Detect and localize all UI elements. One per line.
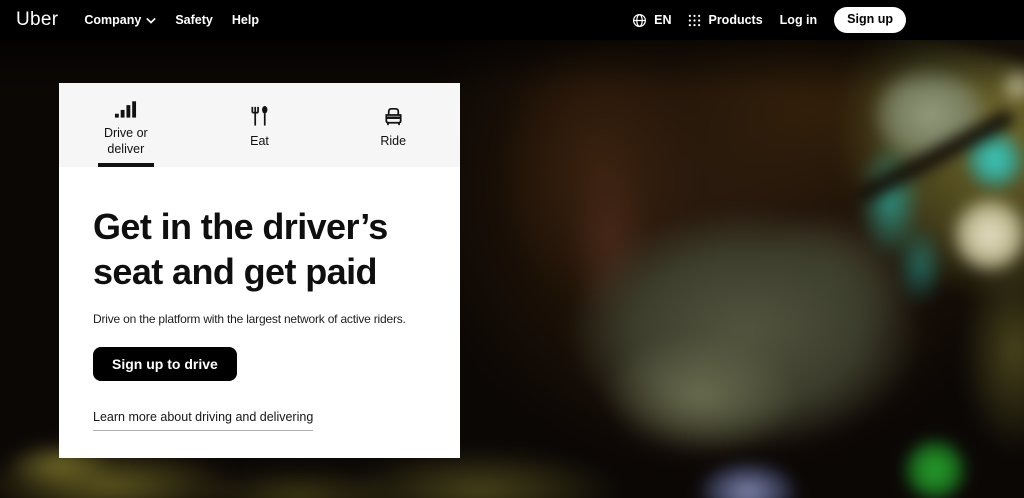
- glasses-frame-shape: [781, 40, 1024, 69]
- bar-chart-icon: [114, 97, 137, 119]
- hero-card: Drive or deliver Eat: [59, 83, 460, 458]
- car-icon: [382, 105, 405, 127]
- tab-ride[interactable]: Ride: [326, 83, 460, 167]
- hero-section: Drive or deliver Eat: [0, 40, 1024, 498]
- products-label: Products: [708, 13, 762, 27]
- grid-icon: [688, 14, 701, 27]
- subheadline: Drive on the platform with the largest n…: [93, 312, 426, 326]
- tab-drive-or-deliver[interactable]: Drive or deliver: [59, 83, 193, 167]
- tab-label: Drive or deliver: [90, 126, 162, 157]
- nav-item-help-label: Help: [232, 13, 259, 27]
- login-button[interactable]: Log in: [780, 13, 818, 27]
- active-tab-underline: [98, 163, 154, 167]
- language-code: EN: [654, 13, 671, 27]
- tab-bar: Drive or deliver Eat: [59, 83, 460, 167]
- glasses-rim-shape: [854, 108, 1016, 205]
- uber-logo[interactable]: Uber: [16, 9, 58, 31]
- nav-item-company[interactable]: Company: [84, 13, 156, 27]
- nav-item-safety-label: Safety: [175, 13, 213, 27]
- headline-line-1: Get in the driver’s: [93, 206, 388, 247]
- nav-item-company-label: Company: [84, 13, 141, 27]
- learn-more-link[interactable]: Learn more about driving and delivering: [93, 410, 313, 431]
- utensils-icon: [249, 105, 270, 127]
- products-menu[interactable]: Products: [688, 13, 762, 27]
- headline-line-2: seat and get paid: [93, 251, 377, 292]
- tab-label: Eat: [250, 134, 269, 150]
- tab-label: Ride: [380, 134, 406, 150]
- nav-right-group: EN Products Log in Sign up: [632, 0, 906, 40]
- card-content: Get in the driver’s seat and get paid Dr…: [59, 167, 460, 431]
- globe-icon: [632, 13, 647, 28]
- signup-to-drive-button[interactable]: Sign up to drive: [93, 347, 237, 381]
- primary-nav: Company Safety Help: [84, 13, 259, 27]
- login-label: Log in: [780, 13, 818, 27]
- signup-button[interactable]: Sign up: [834, 7, 906, 33]
- nav-item-safety[interactable]: Safety: [175, 13, 213, 27]
- top-nav: Uber Company Safety Help EN: [0, 0, 1024, 40]
- tab-eat[interactable]: Eat: [193, 83, 327, 167]
- language-selector[interactable]: EN: [632, 13, 671, 28]
- chevron-down-icon: [146, 17, 156, 24]
- nav-item-help[interactable]: Help: [232, 13, 259, 27]
- headline: Get in the driver’s seat and get paid: [93, 204, 426, 294]
